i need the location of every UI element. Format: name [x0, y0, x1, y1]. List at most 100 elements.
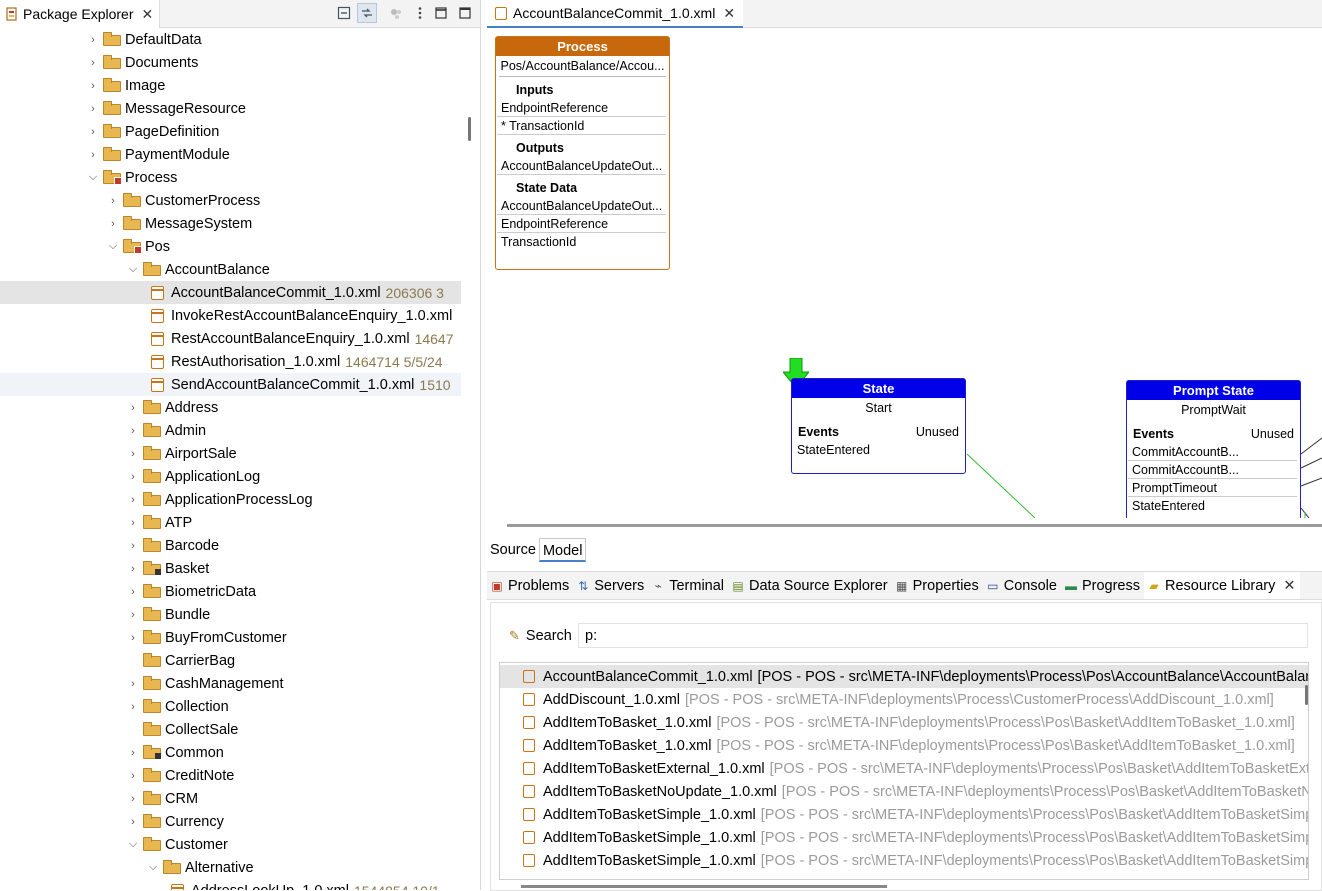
- result-item[interactable]: AddItemToBasketSimple_1.0.xml [POS - POS …: [500, 849, 1308, 872]
- tab-console[interactable]: ▭ Console: [983, 572, 1061, 599]
- state-data-item[interactable]: EndpointReference: [497, 215, 666, 233]
- result-item[interactable]: AddDiscount_1.0.xml [POS - POS - src\META…: [500, 688, 1308, 711]
- tab-resource-library[interactable]: ▰ Resource Library ✕: [1143, 572, 1300, 599]
- tree-file-item[interactable]: RestAccountBalanceEnquiry_1.0.xml 14647: [0, 327, 461, 350]
- tree-folder-item[interactable]: › PaymentModule: [0, 143, 461, 166]
- event-item[interactable]: StateEntered: [793, 441, 962, 459]
- editor-tab[interactable]: AccountBalanceCommit_1.0.xml ✕: [487, 0, 744, 28]
- state-data-item[interactable]: TransactionId: [497, 233, 666, 251]
- tree-folder-item[interactable]: › Basket: [0, 557, 461, 580]
- result-item[interactable]: AddItemToBasketSimple_1.0.xml [POS - POS …: [500, 803, 1308, 826]
- tree-folder-item[interactable]: › Barcode: [0, 534, 461, 557]
- tab-properties[interactable]: ▦ Properties: [892, 572, 983, 599]
- chevron-right-icon[interactable]: ›: [126, 425, 140, 437]
- view-menu-icon[interactable]: [410, 3, 430, 23]
- result-item[interactable]: AddItemToBasket_1.0.xml [POS - POS - src\…: [500, 711, 1308, 734]
- tree-folder-item[interactable]: › CreditNote: [0, 764, 461, 787]
- chevron-right-icon[interactable]: ›: [126, 402, 140, 414]
- chevron-right-icon[interactable]: ›: [86, 80, 100, 92]
- chevron-right-icon[interactable]: ›: [126, 563, 140, 575]
- event-item[interactable]: CommitAccountB...: [1128, 461, 1297, 479]
- event-item[interactable]: StateEntered: [1128, 497, 1297, 515]
- prompt-state-box[interactable]: Prompt State PromptWait Events Unused Co…: [1126, 380, 1301, 518]
- state-data-item[interactable]: AccountBalanceUpdateOut...: [497, 197, 666, 215]
- close-icon[interactable]: ✕: [142, 6, 154, 23]
- chevron-right-icon[interactable]: ›: [126, 517, 140, 529]
- tree-file-item[interactable]: InvokeRestAccountBalanceEnquiry_1.0.xml: [0, 304, 461, 327]
- input-item[interactable]: EndpointReference: [497, 99, 666, 117]
- tree-folder-item[interactable]: › CashManagement: [0, 672, 461, 695]
- tree-folder-item[interactable]: ⌵ Alternative: [0, 856, 461, 879]
- tree-file-item[interactable]: AddressLookUp_1.0.xml 1544854 10/1: [0, 879, 461, 890]
- tree-folder-item[interactable]: › BiometricData: [0, 580, 461, 603]
- collapse-all-icon[interactable]: [334, 3, 354, 23]
- event-item[interactable]: CommitAccountB...: [1128, 443, 1297, 461]
- tree-file-item[interactable]: AccountBalanceCommit_1.0.xml 206306 3: [0, 281, 461, 304]
- model-canvas[interactable]: Process Pos/AccountBalance/Accou... Inpu…: [487, 28, 1322, 518]
- result-item[interactable]: AddItemToBasket_1.0.xml [POS - POS - src\…: [500, 734, 1308, 757]
- tree-folder-item[interactable]: ⌵ Pos: [0, 235, 461, 258]
- close-icon[interactable]: ✕: [723, 5, 735, 22]
- result-item[interactable]: AddItemToBasketSimple_1.0.xml [POS - POS …: [500, 826, 1308, 849]
- tree-folder-item[interactable]: ⌵ Process: [0, 166, 461, 189]
- results-vertical-scrollbar[interactable]: [1305, 685, 1308, 705]
- filter-icon[interactable]: [386, 3, 406, 23]
- chevron-right-icon[interactable]: ›: [126, 471, 140, 483]
- chevron-down-icon[interactable]: ⌵: [126, 263, 140, 276]
- package-explorer-tab[interactable]: Package Explorer ✕: [0, 0, 161, 28]
- output-item[interactable]: AccountBalanceUpdateOut...: [497, 157, 666, 175]
- chevron-down-icon[interactable]: ⌵: [126, 838, 140, 851]
- chevron-right-icon[interactable]: ›: [126, 609, 140, 621]
- chevron-right-icon[interactable]: ›: [126, 747, 140, 759]
- chevron-right-icon[interactable]: ›: [86, 103, 100, 115]
- result-item[interactable]: AddItemToBasketExternal_1.0.xml [POS - PO…: [500, 757, 1308, 780]
- event-item[interactable]: PromptTimeout: [1128, 479, 1297, 497]
- tree-folder-item[interactable]: › CRM: [0, 787, 461, 810]
- tree-folder-item[interactable]: › Bundle: [0, 603, 461, 626]
- chevron-right-icon[interactable]: ›: [86, 126, 100, 138]
- maximize-icon[interactable]: [455, 3, 475, 23]
- tree-folder-item[interactable]: › Common: [0, 741, 461, 764]
- results-horizontal-scrollbar[interactable]: [521, 885, 887, 888]
- tab-data-source-explorer[interactable]: ▤ Data Source Explorer: [728, 572, 892, 599]
- tree-folder-item[interactable]: › ATP: [0, 511, 461, 534]
- tab-source[interactable]: Source: [487, 538, 539, 562]
- tree-folder-item[interactable]: › CustomerProcess: [0, 189, 461, 212]
- tree-folder-item[interactable]: › Documents: [0, 51, 461, 74]
- tree-folder-item[interactable]: › DefaultData: [0, 28, 461, 51]
- tree-folder-item[interactable]: › Collection: [0, 695, 461, 718]
- tree-folder-item[interactable]: ⌵ AccountBalance: [0, 258, 461, 281]
- chevron-right-icon[interactable]: ›: [126, 448, 140, 460]
- tree-folder-item[interactable]: › Address: [0, 396, 461, 419]
- tab-progress[interactable]: ▬ Progress: [1061, 572, 1144, 599]
- search-input[interactable]: [578, 623, 1308, 648]
- tree-folder-item[interactable]: › MessageSystem: [0, 212, 461, 235]
- tree-folder-item[interactable]: › Admin: [0, 419, 461, 442]
- chevron-right-icon[interactable]: ›: [126, 770, 140, 782]
- chevron-right-icon[interactable]: ›: [106, 195, 120, 207]
- close-icon[interactable]: ✕: [1283, 578, 1295, 594]
- chevron-right-icon[interactable]: ›: [106, 218, 120, 230]
- tree-folder-item[interactable]: ⌵ Customer: [0, 833, 461, 856]
- chevron-right-icon[interactable]: ›: [86, 34, 100, 46]
- tab-servers[interactable]: ⇅ Servers: [573, 572, 648, 599]
- chevron-right-icon[interactable]: ›: [86, 57, 100, 69]
- tab-model[interactable]: Model: [538, 538, 587, 562]
- chevron-right-icon[interactable]: ›: [126, 494, 140, 506]
- tab-terminal[interactable]: ⌁ Terminal: [648, 572, 728, 599]
- tree-folder-item[interactable]: CollectSale: [0, 718, 461, 741]
- package-tree-scrollbar[interactable]: [468, 117, 471, 141]
- tree-folder-item[interactable]: › Currency: [0, 810, 461, 833]
- chevron-down-icon[interactable]: ⌵: [106, 240, 120, 253]
- chevron-right-icon[interactable]: ›: [126, 678, 140, 690]
- tree-folder-item[interactable]: › AirportSale: [0, 442, 461, 465]
- tree-file-item[interactable]: RestAuthorisation_1.0.xml 1464714 5/5/24: [0, 350, 461, 373]
- chevron-right-icon[interactable]: ›: [126, 540, 140, 552]
- minimize-icon[interactable]: [431, 3, 451, 23]
- link-with-editor-icon[interactable]: [357, 3, 377, 23]
- tree-folder-item[interactable]: › ApplicationLog: [0, 465, 461, 488]
- chevron-down-icon[interactable]: ⌵: [146, 861, 160, 874]
- tree-folder-item[interactable]: › BuyFromCustomer: [0, 626, 461, 649]
- tree-folder-item[interactable]: CarrierBag: [0, 649, 461, 672]
- canvas-horizontal-scrollbar[interactable]: [507, 524, 1322, 527]
